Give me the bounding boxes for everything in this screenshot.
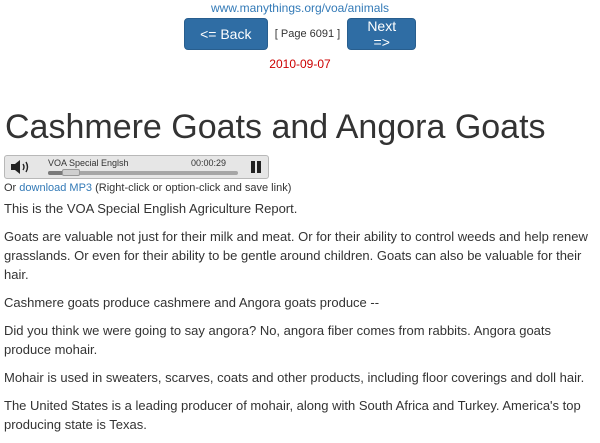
speaker-icon[interactable] xyxy=(10,159,32,180)
back-button[interactable]: <= Back xyxy=(183,18,268,50)
article-body: This is the VOA Special English Agricult… xyxy=(4,199,596,443)
track-title: VOA Special Englsh xyxy=(48,158,129,168)
pagination-nav: <= Back [ Page 6091 ] Next => xyxy=(0,18,600,50)
download-line: Or download MP3 (Right-click or option-c… xyxy=(4,182,291,194)
pause-icon[interactable] xyxy=(249,161,263,175)
paragraph: The United States is a leading producer … xyxy=(4,398,581,432)
paragraph: This is the VOA Special English Agricult… xyxy=(4,201,298,216)
download-mp3-link[interactable]: download MP3 xyxy=(19,182,92,194)
progress-bar[interactable] xyxy=(48,169,238,176)
paragraph: Cashmere goats produce cashmere and Ango… xyxy=(4,295,380,310)
track-time: 00:00:29 xyxy=(191,158,227,168)
page-indicator: [ Page 6091 ] xyxy=(274,28,341,40)
audio-player: VOA Special Englsh 00:00:29 xyxy=(4,155,269,179)
paragraph: Mohair is used in sweaters, scarves, coa… xyxy=(4,370,585,385)
progress-thumb[interactable] xyxy=(61,169,80,176)
download-hint: (Right-click or option-click and save li… xyxy=(92,182,292,194)
site-link[interactable]: www.manythings.org/voa/animals xyxy=(0,1,600,15)
publish-date: 2010-09-07 xyxy=(269,57,331,71)
paragraph: Did you think we were going to say angor… xyxy=(4,323,552,357)
download-prefix: Or xyxy=(4,182,20,194)
paragraph: Goats are valuable not just for their mi… xyxy=(4,229,588,282)
article-title: Cashmere Goats and Angora Goats xyxy=(5,108,546,146)
next-button[interactable]: Next => xyxy=(347,18,417,50)
